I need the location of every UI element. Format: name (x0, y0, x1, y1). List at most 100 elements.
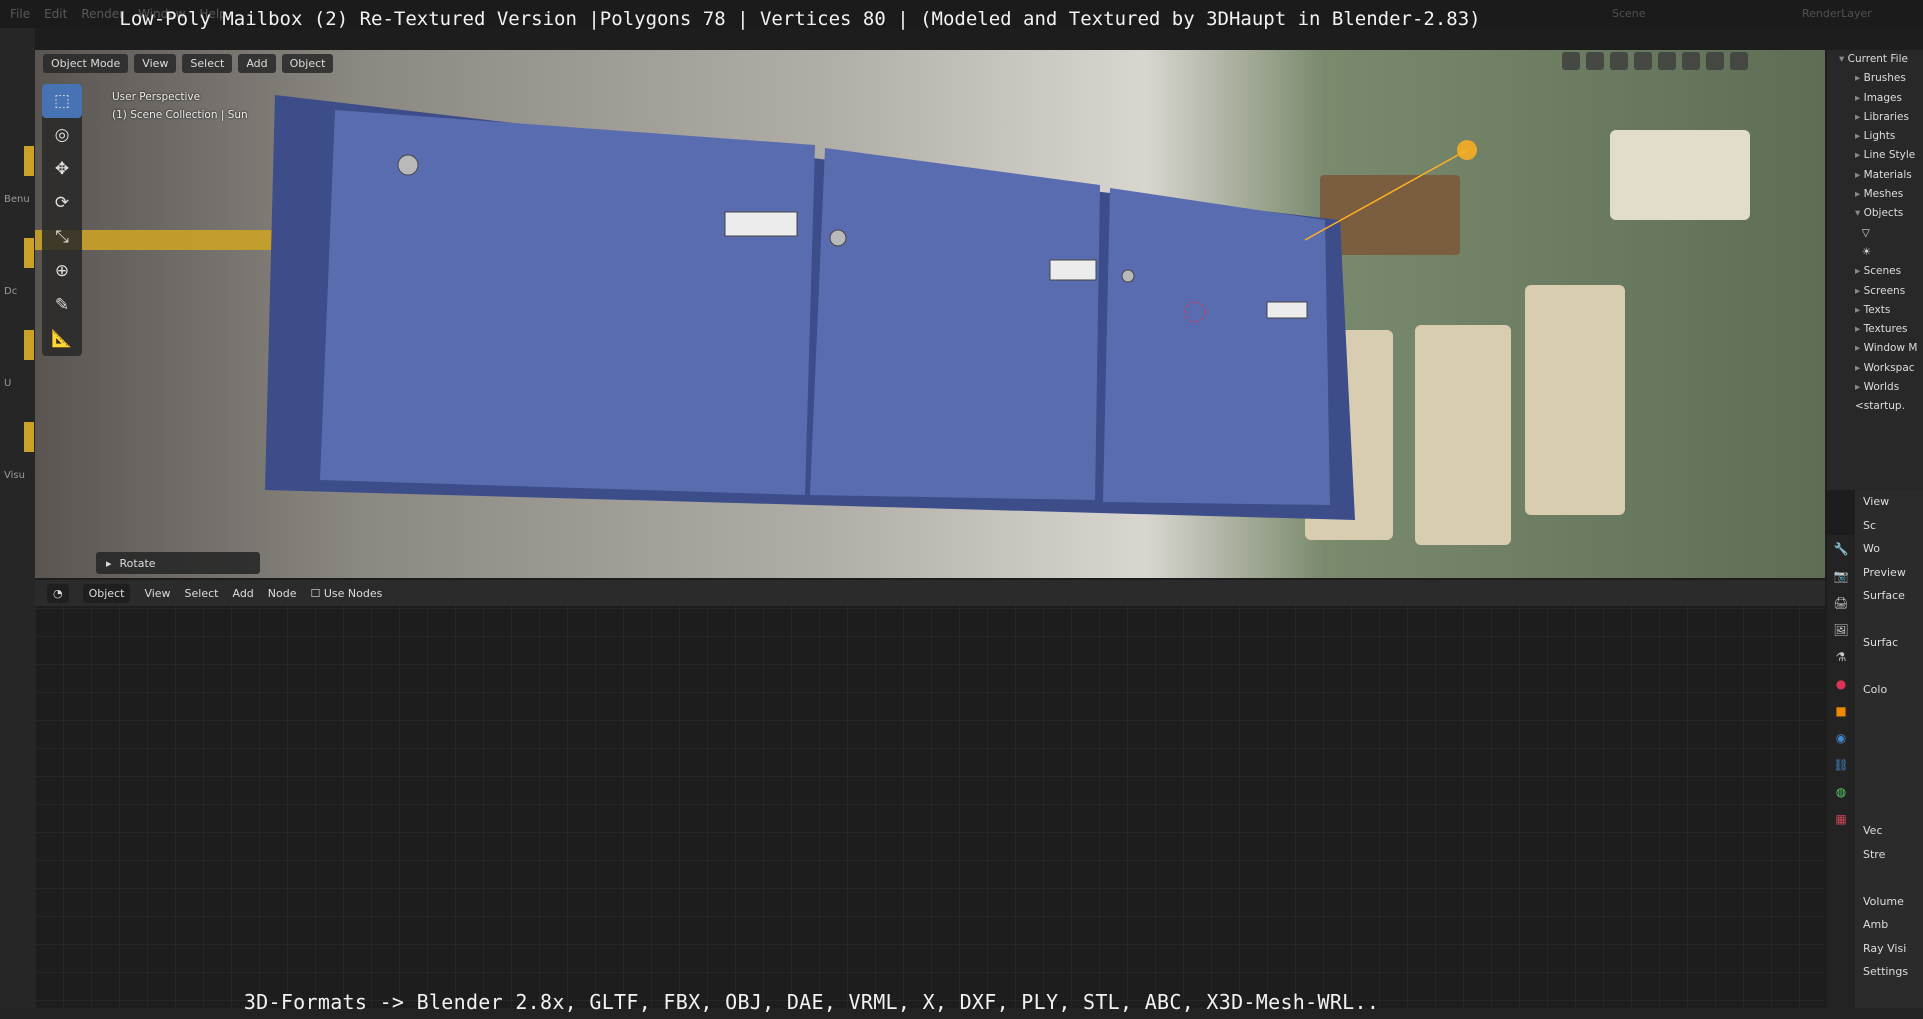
outliner-item[interactable]: Workspac (1827, 359, 1923, 378)
mailbox-door-1 (320, 110, 815, 495)
scale-icon: ⤡ (55, 227, 69, 247)
viewport-menu-object[interactable]: Object (281, 53, 334, 73)
render-tab-icon[interactable]: 📷 (1827, 562, 1855, 589)
measure-tool[interactable]: 📐 (42, 322, 82, 356)
outliner-item[interactable]: Texts (1827, 301, 1923, 320)
viewport-menu-add[interactable]: Add (238, 53, 276, 73)
texture-tab-icon[interactable]: ▦ (1827, 805, 1855, 832)
left-label-2: Dc (4, 286, 18, 297)
object-tab-icon[interactable]: ■ (1827, 697, 1855, 724)
use-nodes-checkbox[interactable]: ☐ Use Nodes (311, 587, 383, 600)
data-tab-icon[interactable]: ◍ (1827, 778, 1855, 805)
outliner-item[interactable]: Window M (1827, 339, 1923, 358)
last-operation-panel[interactable]: ▸ Rotate (96, 552, 260, 574)
thumbnail-4[interactable] (24, 422, 34, 452)
panel-surface[interactable]: Surface (1855, 584, 1923, 608)
last-operation-label: Rotate (119, 556, 156, 570)
left-label-1: Benu (4, 194, 30, 205)
properties-panel: View Sc Wo Preview Surface Surfac Colo V… (1855, 490, 1923, 1019)
scene-tab-icon[interactable]: ⚗ (1827, 643, 1855, 670)
viewport-menu-select[interactable]: Select (182, 53, 233, 73)
viewport-menu-view[interactable]: View (134, 53, 177, 73)
node-menu-add[interactable]: Add (232, 587, 253, 600)
node-object-dropdown[interactable]: Object (82, 583, 131, 603)
rotate-tool[interactable]: ⟳ (42, 186, 82, 220)
world-field[interactable]: Wo (1855, 537, 1923, 561)
panel-settings[interactable]: Settings (1855, 960, 1923, 984)
chevron-right-icon: ▸ (106, 556, 112, 570)
outliner-item[interactable]: Materials (1827, 166, 1923, 185)
color-field[interactable]: Colo (1855, 678, 1923, 702)
outliner-item[interactable]: Textures (1827, 320, 1923, 339)
left-label-3: U (4, 378, 12, 389)
shading-rendered-icon[interactable] (1730, 52, 1748, 70)
shading-wireframe-icon[interactable] (1658, 52, 1676, 70)
overlay-toggle-icon[interactable] (1610, 52, 1628, 70)
outliner-startup[interactable]: <startup. (1827, 397, 1923, 416)
outliner-item[interactable]: Lights (1827, 127, 1923, 146)
properties-view-label[interactable]: View (1855, 490, 1923, 514)
modifier-tab-icon[interactable]: ◉ (1827, 724, 1855, 751)
lock-3 (1121, 269, 1135, 283)
outliner-item[interactable]: Scenes (1827, 262, 1923, 281)
transform-tool[interactable]: ⊕ (42, 254, 82, 288)
annotate-tool[interactable]: ✎ (42, 288, 82, 322)
nameplate-3 (1266, 301, 1308, 319)
tool-tab-icon[interactable]: 🔧 (1827, 535, 1855, 562)
xray-icon[interactable] (1634, 52, 1652, 70)
use-nodes-label: Use Nodes (323, 586, 383, 600)
panel-volume[interactable]: Volume (1855, 890, 1923, 914)
cursor-tool[interactable]: ◎ (42, 118, 82, 152)
scene-field[interactable]: Sc (1855, 514, 1923, 538)
strength-field[interactable]: Stre (1855, 843, 1923, 867)
outliner-item[interactable]: Worlds (1827, 378, 1923, 397)
visibility-icon[interactable] (1562, 52, 1580, 70)
thumbnail-1[interactable] (24, 146, 34, 176)
outliner-item[interactable]: Line Style (1827, 146, 1923, 165)
world-tab-icon[interactable]: ● (1827, 670, 1855, 697)
outliner-item[interactable]: Brushes (1827, 69, 1923, 88)
panel-ray-visibility[interactable]: Ray Visi (1855, 937, 1923, 961)
scale-tool[interactable]: ⤡ (42, 220, 82, 254)
gizmo-toggle-icon[interactable] (1586, 52, 1604, 70)
viewport-scene (35, 95, 1750, 545)
panel-preview[interactable]: Preview (1855, 561, 1923, 585)
outliner-root[interactable]: Current File (1827, 50, 1923, 69)
node-menu-select[interactable]: Select (185, 587, 219, 600)
output-tab-icon[interactable]: 🖨 (1827, 589, 1855, 616)
outliner-object-mesh[interactable]: ▽ (1827, 224, 1923, 243)
panel-ambient[interactable]: Amb (1855, 913, 1923, 937)
outliner-object-sun[interactable]: ☀ (1827, 243, 1923, 262)
constraint-tab-icon[interactable]: ⛓ (1827, 751, 1855, 778)
node-editor-canvas[interactable] (35, 580, 1825, 1008)
shading-solid-icon[interactable] (1682, 52, 1700, 70)
lock-1 (397, 154, 419, 176)
render-layer-selector[interactable]: RenderLayer (1802, 7, 1872, 20)
mailbox-door-2 (810, 148, 1100, 500)
outliner-item[interactable]: Libraries (1827, 108, 1923, 127)
3d-viewport[interactable] (35, 50, 1825, 578)
surface-field[interactable]: Surfac (1855, 631, 1923, 655)
outliner-item[interactable]: Meshes (1827, 185, 1923, 204)
outliner-item[interactable]: Screens (1827, 282, 1923, 301)
view-layer-tab-icon[interactable]: 🖼 (1827, 616, 1855, 643)
scene-selector[interactable]: Scene (1612, 7, 1646, 20)
thumbnail-3[interactable] (24, 330, 34, 360)
node-menu-view[interactable]: View (144, 587, 170, 600)
object-mode-dropdown[interactable]: Object Mode (43, 53, 129, 73)
thumbnail-2[interactable] (24, 238, 34, 268)
select-box-tool[interactable]: ⬚ (42, 84, 82, 118)
shading-material-icon[interactable] (1706, 52, 1724, 70)
vector-field[interactable]: Vec (1855, 819, 1923, 843)
move-tool[interactable]: ✥ (42, 152, 82, 186)
editor-type-dropdown[interactable]: ◔ (47, 583, 69, 603)
toolbar: ⬚ ◎ ✥ ⟳ ⤡ ⊕ ✎ 📐 (42, 84, 82, 356)
properties-tabs: 🔧 📷 🖨 🖼 ⚗ ● ■ ◉ ⛓ ◍ ▦ (1827, 535, 1855, 1015)
outliner-item[interactable]: Images (1827, 89, 1923, 108)
node-editor-toolbar (0, 580, 35, 1008)
node-menu-node[interactable]: Node (268, 587, 297, 600)
viewport-header: Object Mode View Select Add Object (35, 50, 1825, 76)
outliner-item-objects[interactable]: Objects (1827, 204, 1923, 223)
